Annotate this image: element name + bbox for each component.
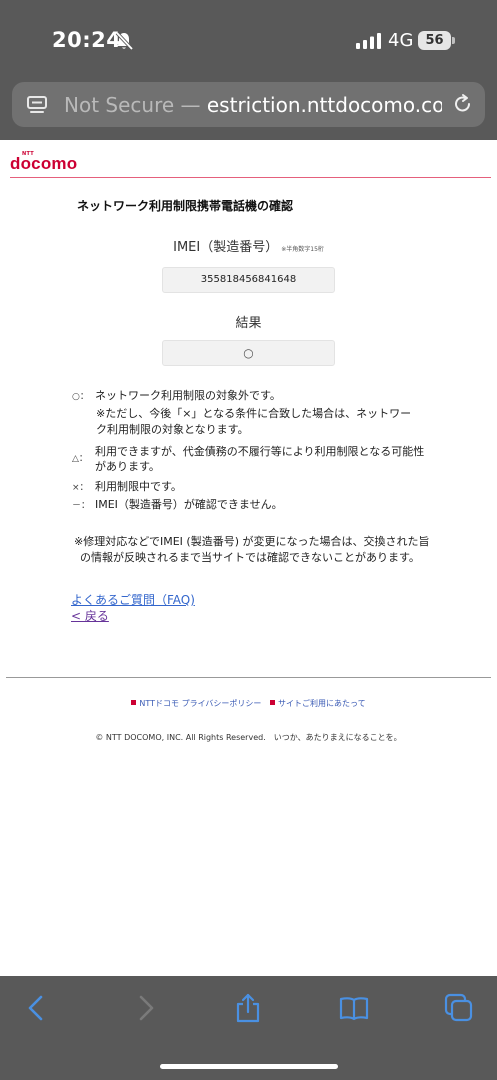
url-text[interactable]: Not Secure — estriction.nttdocomo.co.jp [64,92,442,118]
browser-bottom-toolbar [0,976,497,1080]
result-value-field: ○ [162,340,335,366]
share-icon[interactable] [233,993,263,1023]
home-indicator[interactable] [160,1064,338,1069]
forward-icon[interactable] [130,993,160,1023]
legend-text: 利用制限中です。 [95,480,182,493]
footer-links: NTTドコモ プライバシーポリシー サイトご利用にあたって [0,698,497,709]
url-host: estriction.nttdocomo.co.jp [206,93,442,117]
legend-text: IMEI（製造番号）が確認できません。 [95,498,283,511]
repair-note: ※修理対応などでIMEI (製造番号) が変更になった場合は、交換された旨の情報… [74,535,430,564]
imei-value-field: 355818456841648 [162,267,335,293]
page-menu-icon[interactable] [26,94,48,116]
site-terms-label: サイトご利用にあたって [277,699,366,708]
browser-top-chrome: 20:24 4G 56 Not Secure — estriction.nttd… [0,0,497,140]
privacy-policy-label: NTTドコモ プライバシーポリシー [139,699,262,708]
status-time: 20:24 [52,28,122,52]
network-type: 4G [388,30,414,51]
battery-nub [452,37,455,44]
legend-item-caution: △： 利用できますが、代金債務の不履行等により利用制限となる可能性があります。 [72,444,424,473]
faq-link[interactable]: よくあるご質問（FAQ) [71,591,195,608]
tabs-icon[interactable] [444,993,474,1023]
legend-item-unknown: －： IMEI（製造番号）が確認できません。 [72,497,283,514]
imei-label-row: IMEI（製造番号） ※半角数字15桁 [0,236,497,255]
bell-slash-icon [115,31,134,51]
legend-symbol: ×： [72,483,89,493]
legend-symbol: ○： [72,392,89,402]
legend-item-restricted: ×： 利用制限中です。 [72,479,182,496]
legend-symbol: △： [72,454,88,464]
back-link[interactable]: < 戻る [71,607,109,624]
reload-icon[interactable] [452,93,474,115]
footer-divider [6,677,491,678]
copyright: © NTT DOCOMO, INC. All Rights Reserved. … [95,733,402,742]
imei-label: IMEI（製造番号） [173,240,279,255]
battery-indicator: 56 [418,31,451,50]
privacy-policy-link[interactable]: NTTドコモ プライバシーポリシー [131,698,261,709]
header-divider [10,177,491,178]
legend-text: ネットワーク利用制限の対象外です。 [95,389,281,402]
docomo-logo[interactable]: NTT docomo [10,151,90,177]
bookmarks-icon[interactable] [339,993,369,1023]
page-title: ネットワーク利用制限携帯電話機の確認 [77,199,294,213]
legend-note: ※ただし、今後「×」となる条件に合致した場合は、ネットワーク利用制限の対象となり… [96,407,412,436]
legend-text: 利用できますが、代金債務の不履行等により利用制限となる可能性があります。 [95,445,425,473]
bullet-icon [131,700,137,705]
back-icon[interactable] [22,993,52,1023]
address-bar[interactable]: Not Secure — estriction.nttdocomo.co.jp [12,82,485,127]
legend-item-ok: ○： ネットワーク利用制限の対象外です。 [72,388,281,405]
result-label: 結果 [235,316,262,331]
site-terms-link[interactable]: サイトご利用にあたって [269,698,366,709]
security-warning: Not Secure — [64,93,207,117]
logo-wordmark: docomo [10,154,78,173]
legend-symbol: －： [72,501,91,511]
imei-format-note: ※半角数字15桁 [281,246,324,253]
bullet-icon [269,700,275,705]
cell-signal-icon [356,33,381,49]
